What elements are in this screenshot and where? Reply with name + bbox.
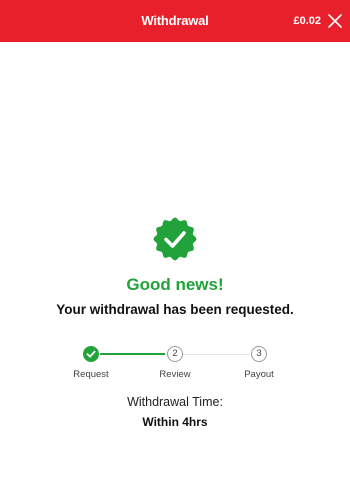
step-connector-complete bbox=[100, 353, 165, 355]
verified-check-badge-icon bbox=[153, 217, 197, 261]
header-bar: Withdrawal £0.02 bbox=[0, 0, 350, 42]
withdrawal-time-label: Withdrawal Time: bbox=[127, 395, 223, 409]
step-2-indicator: 2 bbox=[167, 346, 183, 362]
step-2-label: Review bbox=[159, 369, 191, 380]
close-icon bbox=[328, 14, 342, 28]
withdrawal-time-value: Within 4hrs bbox=[142, 415, 208, 429]
step-1-label: Request bbox=[73, 369, 109, 380]
step-3-label: Payout bbox=[244, 369, 274, 380]
step-1-indicator bbox=[83, 346, 99, 362]
success-headline: Good news! bbox=[126, 275, 224, 294]
close-button[interactable] bbox=[327, 13, 343, 29]
step-connector-pending bbox=[183, 354, 250, 355]
check-icon bbox=[86, 350, 96, 358]
account-balance: £0.02 bbox=[293, 15, 321, 27]
badge-shape bbox=[153, 217, 197, 261]
progress-stepper: 2 3 Request Review Payout bbox=[0, 344, 350, 384]
withdrawal-screen: Withdrawal £0.02 Good news! Your withdra… bbox=[0, 0, 350, 500]
success-message: Your withdrawal has been requested. bbox=[56, 302, 294, 317]
step-3-indicator: 3 bbox=[251, 346, 267, 362]
